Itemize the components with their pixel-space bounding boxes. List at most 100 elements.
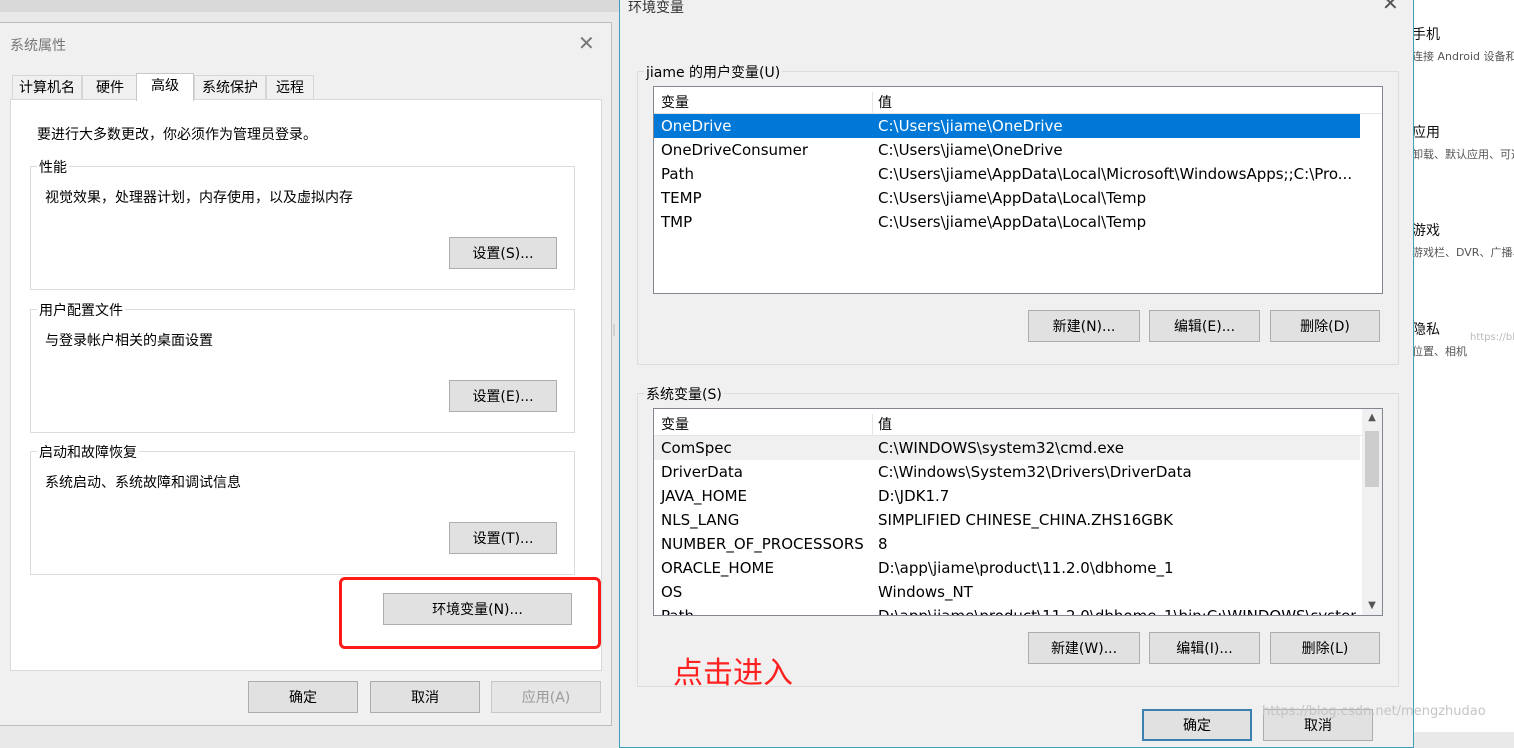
- variable-name: NLS_LANG: [661, 511, 740, 529]
- tab-advanced[interactable]: 高级: [136, 73, 194, 101]
- column-header-value[interactable]: 值: [878, 92, 892, 112]
- cancel-button[interactable]: 取消: [370, 681, 480, 713]
- group-title: jiame 的用户变量(U): [644, 62, 783, 82]
- list-item[interactable]: JAVA_HOME D:\JDK1.7: [654, 484, 1360, 508]
- apply-button[interactable]: 应用(A): [491, 681, 601, 713]
- settings-background-panel: 手机 连接 Android 设备和 i 应用 卸载、默认应用、可选 游戏 游戏栏…: [1412, 0, 1514, 732]
- system-delete-button[interactable]: 删除(L): [1270, 632, 1380, 664]
- performance-group: 性能 视觉效果，处理器计划，内存使用，以及虚拟内存 设置(S)...: [30, 157, 575, 290]
- list-item[interactable]: Path D:\app\jiame\product\11.2.0\dbhome_…: [654, 604, 1360, 616]
- environment-variables-dialog: 环境变量 ✕ jiame 的用户变量(U) 变量 值 OneDrive C:\U…: [619, 0, 1414, 748]
- system-properties-dialog: 系统属性 ✕ 计算机名 硬件 高级 系统保护 远程 要进行大多数更改，你必须作为…: [0, 22, 612, 726]
- variable-name: DriverData: [661, 463, 743, 481]
- list-item[interactable]: OS Windows_NT: [654, 580, 1360, 604]
- list-item[interactable]: OneDrive C:\Users\jiame\OneDrive: [654, 114, 1360, 138]
- variable-value: C:\Users\jiame\OneDrive: [878, 117, 1063, 135]
- list-item[interactable]: DriverData C:\Windows\System32\Drivers\D…: [654, 460, 1360, 484]
- variable-value: C:\Users\jiame\AppData\Local\Microsoft\W…: [878, 165, 1353, 183]
- bg-item-games[interactable]: 游戏 游戏栏、DVR、广播、: [1412, 220, 1514, 260]
- variable-value: C:\Users\jiame\AppData\Local\Temp: [878, 189, 1147, 207]
- user-profiles-group: 用户配置文件 与登录帐户相关的桌面设置 设置(E)...: [30, 300, 575, 433]
- system-edit-button[interactable]: 编辑(I)...: [1149, 632, 1260, 664]
- startup-recovery-group: 启动和故障恢复 系统启动、系统故障和调试信息 设置(T)...: [30, 442, 575, 575]
- bg-item-sub: 连接 Android 设备和 i: [1412, 50, 1514, 63]
- dialog-title: 系统属性: [10, 38, 66, 54]
- variable-value: D:\JDK1.7: [878, 487, 950, 505]
- variable-value: 8: [878, 535, 888, 553]
- list-header: 变量 值: [654, 409, 1382, 440]
- tab-remote[interactable]: 远程: [266, 75, 314, 99]
- close-icon[interactable]: ✕: [1382, 0, 1399, 15]
- system-new-button[interactable]: 新建(W)...: [1028, 632, 1140, 664]
- variable-name: Path: [661, 607, 694, 616]
- list-item[interactable]: ComSpec C:\WINDOWS\system32\cmd.exe: [654, 436, 1360, 460]
- list-item[interactable]: TMP C:\Users\jiame\AppData\Local\Temp: [654, 210, 1360, 234]
- list-item[interactable]: TEMP C:\Users\jiame\AppData\Local\Temp: [654, 186, 1360, 210]
- column-header-name[interactable]: 变量: [661, 414, 689, 434]
- scroll-down-icon[interactable]: ▼: [1362, 597, 1382, 615]
- list-item[interactable]: NUMBER_OF_PROCESSORS 8: [654, 532, 1360, 556]
- variable-name: JAVA_HOME: [661, 487, 748, 505]
- background-fragment: |: [612, 322, 617, 336]
- variable-name: OneDriveConsumer: [661, 141, 809, 159]
- variable-name: OneDrive: [661, 117, 732, 135]
- variable-value: C:\Users\jiame\AppData\Local\Temp: [878, 213, 1147, 231]
- column-header-name[interactable]: 变量: [661, 92, 689, 112]
- list-item[interactable]: OneDriveConsumer C:\Users\jiame\OneDrive: [654, 138, 1360, 162]
- annotation-text: 点击进入: [673, 656, 793, 691]
- startup-recovery-settings-button[interactable]: 设置(T)...: [449, 522, 557, 554]
- bg-item-sub: 卸载、默认应用、可选: [1412, 148, 1514, 161]
- group-description: 系统启动、系统故障和调试信息: [45, 475, 241, 491]
- bg-item-apps[interactable]: 应用 卸载、默认应用、可选: [1412, 122, 1514, 162]
- bg-item-title: 隐私: [1412, 322, 1440, 338]
- list-item[interactable]: ORACLE_HOME D:\app\jiame\product\11.2.0\…: [654, 556, 1360, 580]
- variable-value: C:\Users\jiame\OneDrive: [878, 141, 1063, 159]
- user-variables-list[interactable]: 变量 值 OneDrive C:\Users\jiame\OneDrive On…: [653, 86, 1383, 294]
- group-title: 性能: [37, 157, 69, 177]
- user-profiles-settings-button[interactable]: 设置(E)...: [449, 380, 557, 412]
- group-title: 启动和故障恢复: [37, 442, 139, 462]
- tab-system-protection[interactable]: 系统保护: [194, 75, 266, 99]
- env-ok-button[interactable]: 确定: [1142, 709, 1252, 741]
- list-item[interactable]: Path C:\Users\jiame\AppData\Local\Micros…: [654, 162, 1360, 186]
- bg-item-sub: 游戏栏、DVR、广播、: [1412, 246, 1514, 259]
- user-edit-button[interactable]: 编辑(E)...: [1149, 310, 1260, 342]
- system-variables-list[interactable]: 变量 值 ComSpec C:\WINDOWS\system32\cmd.exe…: [653, 408, 1383, 616]
- tab-computer-name[interactable]: 计算机名: [12, 75, 82, 99]
- bg-item-title: 手机: [1412, 27, 1440, 43]
- variable-value: SIMPLIFIED CHINESE_CHINA.ZHS16GBK: [878, 511, 1174, 529]
- dialog-title: 环境变量: [628, 0, 684, 16]
- system-variables-group: 系统变量(S) 变量 值 ComSpec C:\WINDOWS\system32…: [637, 384, 1399, 687]
- list-item[interactable]: NLS_LANG SIMPLIFIED CHINESE_CHINA.ZHS16G…: [654, 508, 1360, 532]
- performance-settings-button[interactable]: 设置(S)...: [449, 237, 557, 269]
- variable-name: TMP: [661, 213, 693, 231]
- watermark: https://blog.csdn.net/mengzhudao: [1262, 704, 1486, 719]
- scrollbar[interactable]: ▲ ▼: [1362, 409, 1382, 615]
- group-description: 与登录帐户相关的桌面设置: [45, 333, 213, 349]
- scroll-up-icon[interactable]: ▲: [1362, 409, 1382, 427]
- list-header: 变量 值: [654, 87, 1382, 118]
- variable-name: NUMBER_OF_PROCESSORS: [661, 535, 864, 553]
- side-watermark: https://bl: [1470, 332, 1514, 343]
- variable-value: C:\Windows\System32\Drivers\DriverData: [878, 463, 1192, 481]
- scroll-thumb[interactable]: [1365, 431, 1379, 487]
- bg-item-phone[interactable]: 手机 连接 Android 设备和 i: [1412, 24, 1514, 64]
- user-delete-button[interactable]: 删除(D): [1270, 310, 1380, 342]
- ok-button[interactable]: 确定: [248, 681, 358, 713]
- variable-name: OS: [661, 583, 683, 601]
- close-icon[interactable]: ✕: [578, 31, 595, 55]
- highlight-box: [339, 577, 601, 649]
- tab-hardware[interactable]: 硬件: [82, 75, 138, 99]
- variable-value: D:\app\jiame\product\11.2.0\dbhome_1\bin…: [878, 607, 1356, 616]
- bg-item-privacy[interactable]: 隐私 位置、相机: [1412, 319, 1467, 359]
- column-header-value[interactable]: 值: [878, 414, 892, 434]
- group-title: 用户配置文件: [37, 300, 125, 320]
- variable-name: ComSpec: [661, 439, 732, 457]
- variable-value: C:\WINDOWS\system32\cmd.exe: [878, 439, 1124, 457]
- bg-item-title: 游戏: [1412, 223, 1440, 239]
- variable-value: D:\app\jiame\product\11.2.0\dbhome_1: [878, 559, 1174, 577]
- user-new-button[interactable]: 新建(N)...: [1028, 310, 1140, 342]
- group-title: 系统变量(S): [644, 384, 724, 404]
- variable-name: Path: [661, 165, 694, 183]
- bg-item-title: 应用: [1412, 125, 1440, 141]
